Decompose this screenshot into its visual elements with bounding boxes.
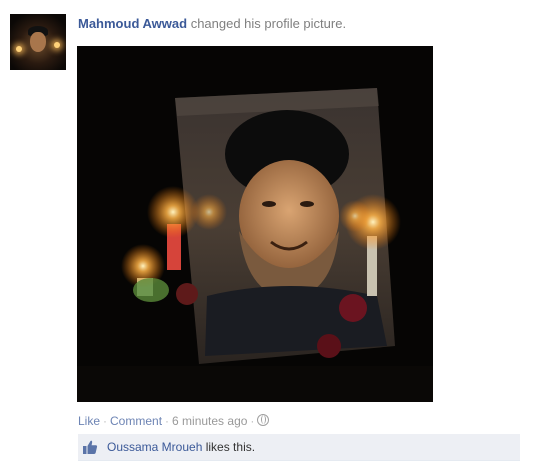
meta-separator: ·	[250, 414, 255, 428]
profile-photo[interactable]	[77, 46, 433, 402]
like-link[interactable]: Like	[78, 414, 100, 428]
actor-name-link[interactable]: Mahmoud Awwad	[78, 16, 187, 31]
comment-link[interactable]: Comment	[110, 414, 162, 428]
liker-name-link[interactable]: Oussama Mroueh	[107, 440, 202, 454]
actor-avatar[interactable]	[10, 14, 66, 70]
meta-separator: ·	[103, 414, 108, 428]
story-header: Mahmoud Awwad changed his profile pictur…	[78, 16, 346, 31]
likes-summary: Oussama Mroueh likes this.	[78, 434, 520, 461]
story-meta: Like · Comment · 6 minutes ago ·	[78, 414, 270, 428]
likes-text: Oussama Mroueh likes this.	[107, 440, 255, 454]
meta-separator: ·	[165, 414, 170, 428]
avatar-candle-left	[16, 46, 22, 52]
avatar-candle-right	[54, 42, 60, 48]
globe-icon[interactable]	[257, 414, 270, 426]
avatar-face	[30, 32, 46, 52]
timestamp[interactable]: 6 minutes ago	[172, 414, 247, 428]
likes-suffix: likes this.	[205, 440, 256, 454]
story-action-text: changed his profile picture.	[190, 16, 347, 31]
feed-story: Mahmoud Awwad changed his profile pictur…	[0, 0, 550, 464]
profile-photo-image	[77, 46, 433, 402]
thumbs-up-icon	[83, 440, 98, 454]
